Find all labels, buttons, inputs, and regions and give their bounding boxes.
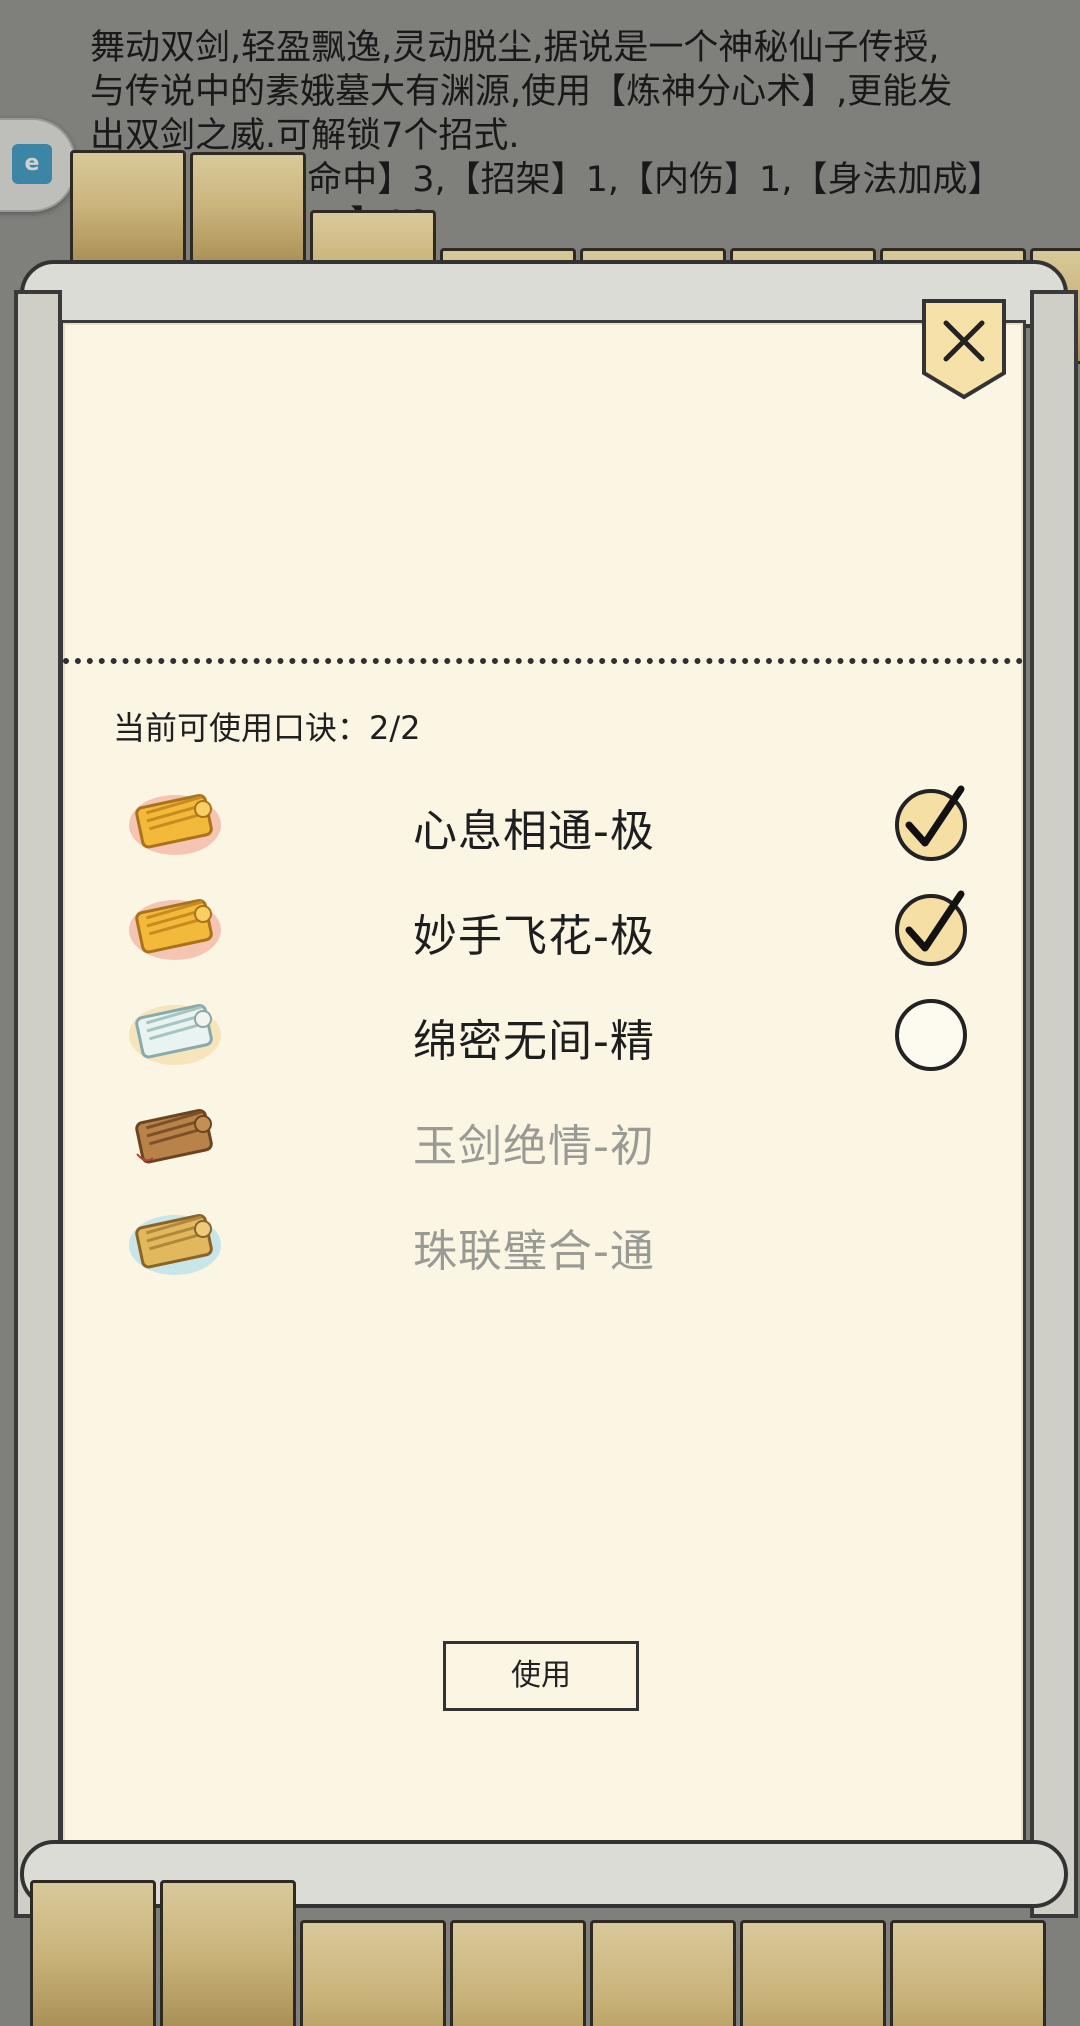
scroll-top-bar — [20, 260, 1068, 328]
list-item[interactable]: 绵密无间-精 — [63, 983, 1023, 1083]
app-screen: 舞动双剑,轻盈飘逸,灵动脱尘,据说是一个神秘仙子传授, 与传说中的素娥墓大有渊源… — [0, 0, 1080, 2026]
checkbox-empty-icon[interactable] — [889, 991, 973, 1075]
list-item[interactable]: 妙手飞花-极 — [63, 878, 1023, 978]
blue-scroll-icon — [129, 1213, 221, 1275]
brown-scroll-icon — [135, 1108, 213, 1164]
list-item: 玉剑绝情-初 — [63, 1088, 1023, 1188]
gold-scroll-icon — [129, 898, 221, 960]
description-line: 与传说中的素娥墓大有渊源,使用【炼神分心术】,更能发 — [90, 72, 953, 112]
checkbox-checked-icon[interactable] — [889, 886, 973, 970]
scroll-bottom-roller — [0, 1880, 1080, 2026]
mantra-name: 妙手飞花-极 — [413, 911, 655, 962]
skill-mantra-panel: 当前可使用口诀：2/2 心息相通-极 妙手飞花-极 绵密无间-精 玉剑绝情-初 … — [60, 299, 1026, 1846]
mantra-name: 珠联璧合-通 — [413, 1226, 655, 1277]
scroll-left-edge — [14, 290, 62, 1918]
mantra-counter: 当前可使用口诀：2/2 — [113, 709, 421, 747]
mantra-name: 绵密无间-精 — [413, 1016, 655, 1067]
use-button[interactable]: 使用 — [443, 1641, 639, 1711]
mantra-name: 玉剑绝情-初 — [413, 1121, 655, 1172]
app-badge-icon: e — [12, 144, 52, 184]
close-icon[interactable] — [918, 293, 1010, 403]
divider — [63, 658, 1023, 664]
checkbox-checked-icon[interactable] — [889, 781, 973, 865]
white-scroll-icon — [129, 1003, 221, 1065]
mantra-name: 心息相通-极 — [413, 806, 655, 857]
description-line: 舞动双剑,轻盈飘逸,灵动脱尘,据说是一个神秘仙子传授, — [90, 28, 940, 68]
list-item[interactable]: 心息相通-极 — [63, 773, 1023, 873]
scroll-right-edge — [1030, 290, 1078, 1918]
list-item: 珠联璧合-通 — [63, 1193, 1023, 1293]
gold-scroll-icon — [129, 793, 221, 855]
